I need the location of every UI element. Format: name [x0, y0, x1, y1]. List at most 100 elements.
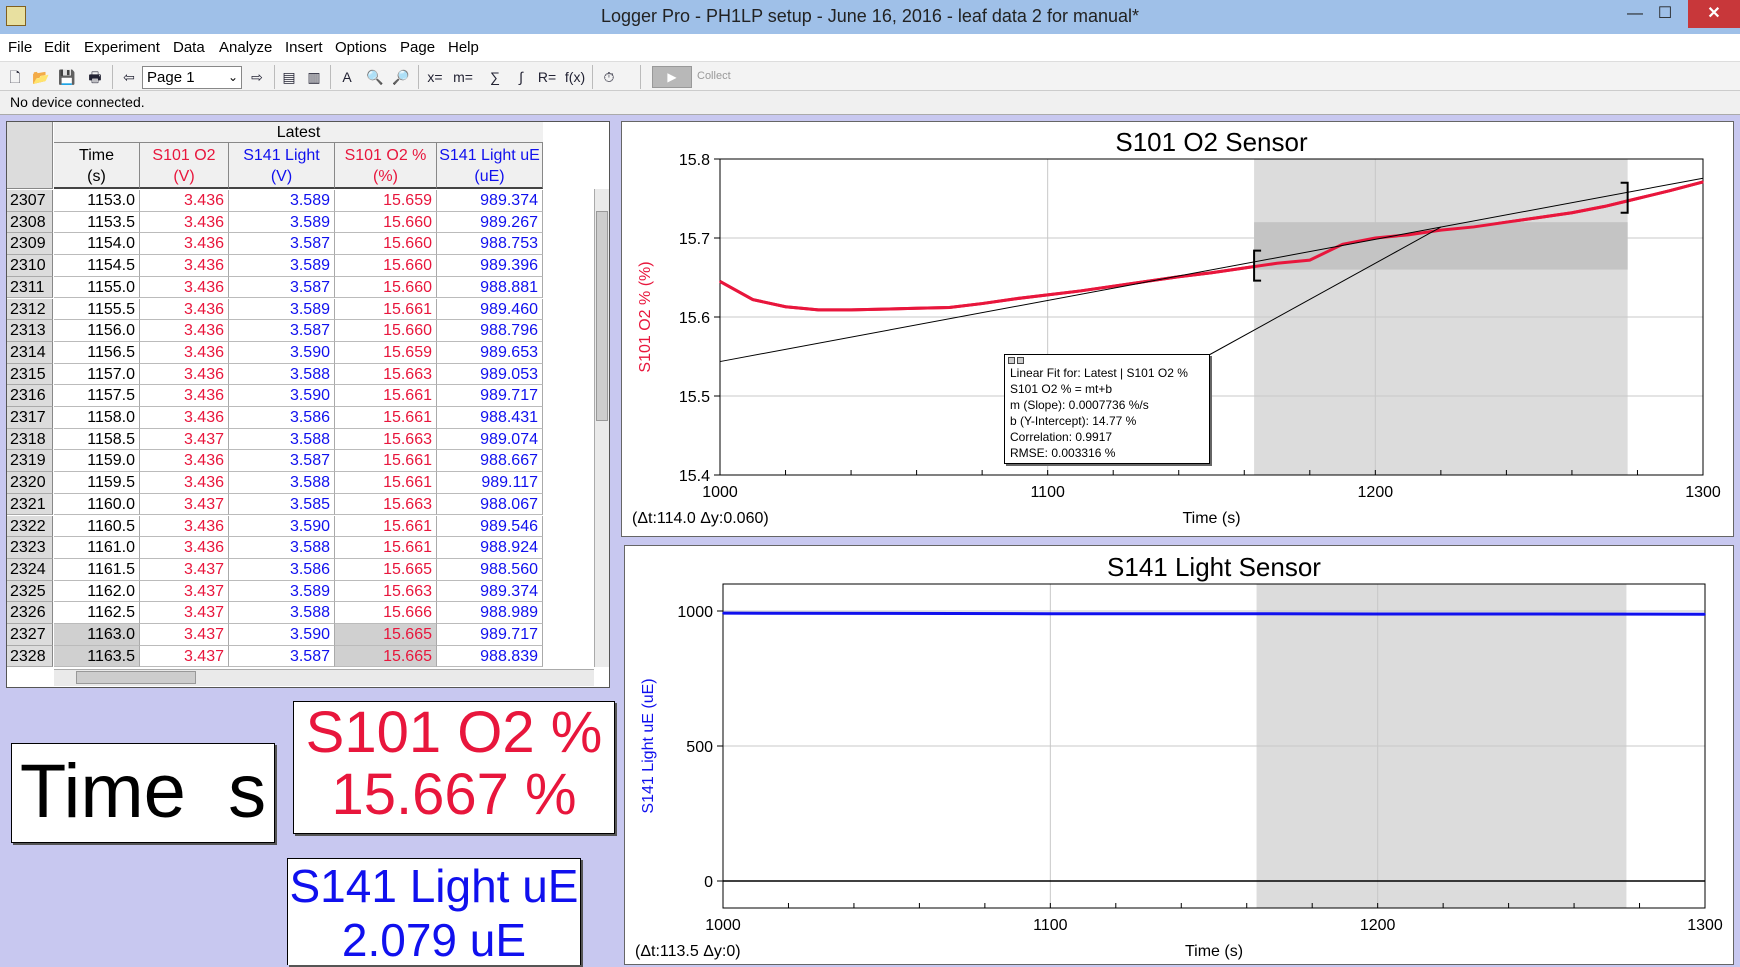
table-cell[interactable]: 1161.5: [54, 558, 140, 581]
row-number[interactable]: 2313: [7, 320, 53, 342]
table-cell[interactable]: 3.590: [229, 341, 335, 364]
table-cell[interactable]: 988.881: [437, 276, 543, 299]
row-number[interactable]: 2328: [7, 645, 53, 668]
light-graph-canvas[interactable]: 1000 1100 1200 1300 1000 500 0 S141 Light Senso…: [625, 546, 1735, 966]
table-cell[interactable]: 1160.0: [54, 493, 140, 516]
table-cell[interactable]: 3.436: [140, 211, 229, 234]
table-cell[interactable]: 15.663: [335, 580, 437, 603]
table-cell[interactable]: 3.590: [229, 624, 335, 646]
table-cell[interactable]: 3.436: [140, 298, 229, 321]
statistics-icon[interactable]: ∑: [484, 66, 506, 88]
row-number[interactable]: 2320: [7, 472, 53, 494]
table-cell[interactable]: 3.437: [140, 624, 229, 646]
table-cell[interactable]: 989.374: [437, 580, 543, 603]
time-meter[interactable]: Time s: [11, 743, 275, 843]
table-cell[interactable]: 988.667: [437, 450, 543, 473]
table-cell[interactable]: 3.436: [140, 363, 229, 386]
table-cell[interactable]: 3.436: [140, 276, 229, 299]
menu-page[interactable]: Page: [400, 39, 435, 56]
autoscale-icon[interactable]: A: [336, 66, 358, 88]
table-cell[interactable]: 3.586: [229, 407, 335, 429]
table-cell[interactable]: 3.589: [229, 298, 335, 321]
table-cell[interactable]: 1154.0: [54, 233, 140, 256]
replay-icon[interactable]: ⏱: [598, 66, 620, 88]
table-cell[interactable]: 15.660: [335, 255, 437, 277]
table-cell[interactable]: 3.436: [140, 341, 229, 364]
table-cell[interactable]: 15.661: [335, 450, 437, 473]
column-header[interactable]: S101 O2 (V): [140, 143, 229, 189]
table-cell[interactable]: 1153.5: [54, 211, 140, 234]
table-cell[interactable]: 1157.5: [54, 385, 140, 407]
table-cell[interactable]: 988.796: [437, 320, 543, 342]
table-cell[interactable]: 988.924: [437, 537, 543, 559]
zoom-out-icon[interactable]: 🔎: [390, 66, 412, 88]
integral-icon[interactable]: ∫: [510, 66, 532, 88]
table-cell[interactable]: 988.839: [437, 645, 543, 668]
table-cell[interactable]: 3.437: [140, 580, 229, 603]
scrollbar-thumb[interactable]: [76, 671, 196, 684]
table-cell[interactable]: 1161.0: [54, 537, 140, 559]
table-cell[interactable]: 3.589: [229, 580, 335, 603]
table-cell[interactable]: 3.436: [140, 233, 229, 256]
table-cell[interactable]: 15.660: [335, 211, 437, 234]
table-cell[interactable]: 989.053: [437, 363, 543, 386]
open-folder-icon[interactable]: 📂: [30, 66, 52, 88]
row-number[interactable]: 2314: [7, 341, 53, 364]
table-cell[interactable]: 15.663: [335, 428, 437, 451]
table-cell[interactable]: 3.437: [140, 645, 229, 668]
table-cell[interactable]: 989.374: [437, 190, 543, 212]
table-cell[interactable]: 3.436: [140, 320, 229, 342]
column-header[interactable]: Time (s): [54, 143, 140, 189]
table-cell[interactable]: 15.661: [335, 537, 437, 559]
table-cell[interactable]: 3.436: [140, 255, 229, 277]
menu-insert[interactable]: Insert: [285, 39, 323, 56]
table-cell[interactable]: 3.588: [229, 602, 335, 624]
table-cell[interactable]: 1158.0: [54, 407, 140, 429]
table-cell[interactable]: 989.717: [437, 385, 543, 407]
table-cell[interactable]: 15.665: [335, 624, 437, 646]
menu-help[interactable]: Help: [448, 39, 479, 56]
table-cell[interactable]: 3.437: [140, 558, 229, 581]
scrollbar-thumb[interactable]: [596, 211, 608, 421]
table-cell[interactable]: 989.117: [437, 472, 543, 494]
table-cell[interactable]: 988.560: [437, 558, 543, 581]
page-select[interactable]: Page 1 ⌄: [142, 66, 242, 89]
table-cell[interactable]: 3.587: [229, 645, 335, 668]
table-cell[interactable]: 1156.0: [54, 320, 140, 342]
row-number[interactable]: 2317: [7, 407, 53, 429]
table-cell[interactable]: 15.661: [335, 385, 437, 407]
menu-options[interactable]: Options: [335, 39, 387, 56]
o2-graph[interactable]: 1000 1100 1200 1300 15.8 15.7 15.6 15.5 15.4 S101…: [621, 121, 1734, 537]
table-cell[interactable]: 3.585: [229, 493, 335, 516]
table-cell[interactable]: 15.660: [335, 233, 437, 256]
light-meter[interactable]: S141 Light uE 2.079 uE: [287, 858, 581, 966]
menu-data[interactable]: Data: [173, 39, 205, 56]
save-icon[interactable]: 💾: [56, 66, 78, 88]
table-cell[interactable]: 989.717: [437, 624, 543, 646]
menu-analyze[interactable]: Analyze: [219, 39, 272, 56]
row-number[interactable]: 2316: [7, 385, 53, 407]
table-cell[interactable]: 3.587: [229, 276, 335, 299]
table-cell[interactable]: 989.267: [437, 211, 543, 234]
table-cell[interactable]: 988.753: [437, 233, 543, 256]
column-header[interactable]: S101 O2 % (%): [335, 143, 437, 189]
o2-meter[interactable]: S101 O2 % 15.667 %: [293, 701, 615, 834]
column-header[interactable]: S141 Light (V): [229, 143, 335, 189]
table-cell[interactable]: 1154.5: [54, 255, 140, 277]
table-cell[interactable]: 1153.0: [54, 190, 140, 212]
table-cell[interactable]: 988.067: [437, 493, 543, 516]
row-number[interactable]: 2310: [7, 255, 53, 277]
horizontal-scrollbar[interactable]: [54, 669, 594, 686]
table-cell[interactable]: 3.589: [229, 255, 335, 277]
table-cell[interactable]: 3.588: [229, 537, 335, 559]
linear-fit-icon[interactable]: R=: [536, 66, 558, 88]
table-cell[interactable]: 3.590: [229, 515, 335, 538]
table-cell[interactable]: 15.659: [335, 341, 437, 364]
table-cell[interactable]: 15.663: [335, 363, 437, 386]
table-cell[interactable]: 1155.0: [54, 276, 140, 299]
row-number[interactable]: 2326: [7, 602, 53, 624]
page-back-icon[interactable]: ⇦: [118, 66, 140, 88]
row-number[interactable]: 2312: [7, 298, 53, 321]
table-cell[interactable]: 1159.0: [54, 450, 140, 473]
row-number[interactable]: 2309: [7, 233, 53, 256]
